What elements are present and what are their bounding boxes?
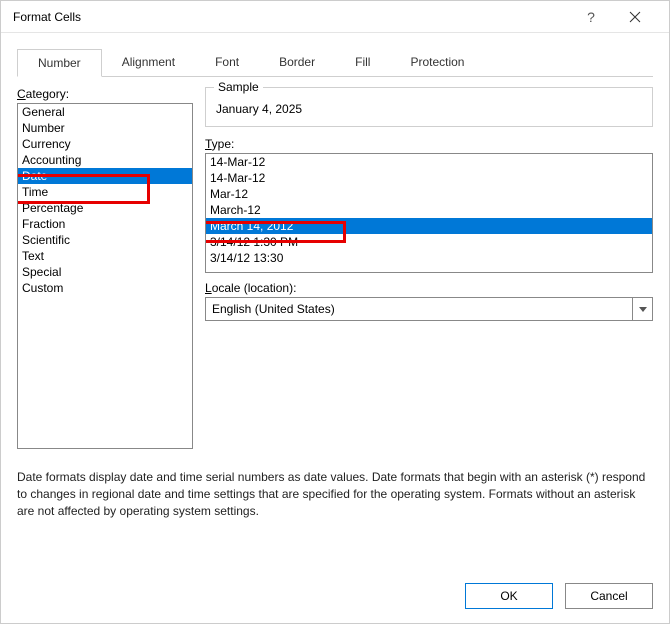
- category-item[interactable]: Time: [18, 184, 192, 200]
- dialog-title: Format Cells: [13, 10, 569, 24]
- type-item[interactable]: Mar-12: [206, 186, 652, 202]
- category-item[interactable]: Text: [18, 248, 192, 264]
- close-button[interactable]: [613, 1, 657, 33]
- close-icon: [629, 11, 641, 23]
- category-item[interactable]: Custom: [18, 280, 192, 296]
- ok-button[interactable]: OK: [465, 583, 553, 609]
- category-item[interactable]: General: [18, 104, 192, 120]
- sample-groupbox: Sample January 4, 2025: [205, 87, 653, 127]
- locale-dropdown[interactable]: English (United States): [205, 297, 653, 321]
- locale-label: Locale (location):: [205, 281, 653, 295]
- tab-fill[interactable]: Fill: [335, 49, 390, 76]
- tab-protection[interactable]: Protection: [390, 49, 484, 76]
- locale-value: English (United States): [212, 302, 335, 316]
- titlebar: Format Cells ?: [1, 1, 669, 33]
- type-item[interactable]: 3/14/12 13:30: [206, 250, 652, 266]
- tab-number[interactable]: Number: [17, 49, 102, 77]
- dialog-footer: OK Cancel: [1, 569, 669, 623]
- help-button[interactable]: ?: [569, 1, 613, 33]
- chevron-down-icon: [632, 298, 652, 320]
- category-item[interactable]: Number: [18, 120, 192, 136]
- dialog-body: Category: GeneralNumberCurrencyAccountin…: [1, 77, 669, 569]
- tab-border[interactable]: Border: [259, 49, 335, 76]
- category-listbox[interactable]: GeneralNumberCurrencyAccountingDateTimeP…: [17, 103, 193, 449]
- type-label: Type:: [205, 137, 653, 151]
- category-label: Category:: [17, 87, 193, 101]
- type-listbox[interactable]: 14-Mar-1214-Mar-12Mar-12March-12March 14…: [205, 153, 653, 273]
- category-item[interactable]: Currency: [18, 136, 192, 152]
- cancel-button[interactable]: Cancel: [565, 583, 653, 609]
- type-item[interactable]: 3/14/12 1:30 PM: [206, 234, 652, 250]
- category-item[interactable]: Special: [18, 264, 192, 280]
- format-cells-dialog: Format Cells ? NumberAlignmentFontBorder…: [0, 0, 670, 624]
- category-item[interactable]: Date: [18, 168, 192, 184]
- tab-font[interactable]: Font: [195, 49, 259, 76]
- type-item[interactable]: 14-Mar-12: [206, 170, 652, 186]
- category-item[interactable]: Accounting: [18, 152, 192, 168]
- type-item[interactable]: March-12: [206, 202, 652, 218]
- sample-label: Sample: [214, 80, 263, 94]
- category-item[interactable]: Fraction: [18, 216, 192, 232]
- category-item[interactable]: Percentage: [18, 200, 192, 216]
- type-item[interactable]: March 14, 2012: [206, 218, 652, 234]
- sample-value: January 4, 2025: [216, 96, 642, 116]
- category-item[interactable]: Scientific: [18, 232, 192, 248]
- type-item[interactable]: 14-Mar-12: [206, 154, 652, 170]
- tab-strip: NumberAlignmentFontBorderFillProtection: [17, 49, 653, 77]
- description-text: Date formats display date and time seria…: [17, 469, 653, 519]
- tab-alignment[interactable]: Alignment: [102, 49, 195, 76]
